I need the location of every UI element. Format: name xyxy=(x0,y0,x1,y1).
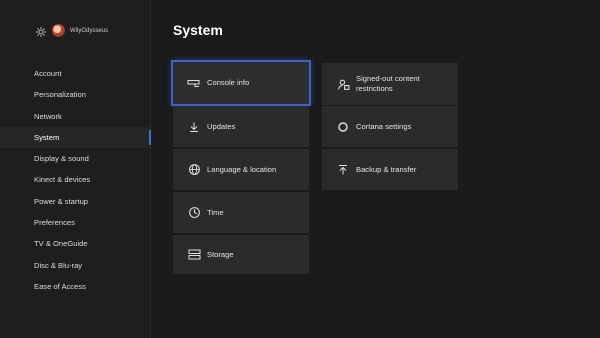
clock-icon xyxy=(183,206,205,219)
upload-icon xyxy=(332,164,354,176)
tile-console-info[interactable]: Console info xyxy=(171,60,311,106)
gamertag[interactable]: WilyOdysseus xyxy=(70,28,108,34)
tile-time[interactable]: Time xyxy=(173,192,309,233)
tile-signed-out-restrictions[interactable]: Signed-out content restrictions xyxy=(322,63,458,105)
sidebar: WilyOdysseus Account Personalization Net… xyxy=(0,0,151,338)
cortana-icon xyxy=(332,121,354,133)
tile-cortana-settings[interactable]: Cortana settings xyxy=(322,106,458,147)
profile[interactable]: WilyOdysseus xyxy=(35,24,108,37)
nav-item-network[interactable]: Network xyxy=(0,106,150,127)
tile-label: Console info xyxy=(207,78,250,87)
nav-item-kinect-devices[interactable]: Kinect & devices xyxy=(0,169,150,190)
nav-item-account[interactable]: Account xyxy=(0,63,150,84)
nav-item-tv-oneguide[interactable]: TV & OneGuide xyxy=(0,233,150,254)
console-icon xyxy=(183,78,205,88)
tile-label: Cortana settings xyxy=(356,121,412,131)
download-icon xyxy=(183,121,205,133)
tile-backup-transfer[interactable]: Backup & transfer xyxy=(322,149,458,190)
tile-label: Time xyxy=(207,207,224,217)
restricted-user-icon xyxy=(332,78,354,91)
nav-item-system[interactable]: System xyxy=(0,126,151,149)
globe-icon xyxy=(183,163,205,176)
settings-nav: Account Personalization Network System D… xyxy=(0,63,151,297)
avatar[interactable] xyxy=(52,24,65,37)
storage-icon xyxy=(183,249,205,260)
tile-label: Backup & transfer xyxy=(356,164,417,174)
tile-label: Signed-out content restrictions xyxy=(356,74,420,93)
tile-label: Language & location xyxy=(207,164,277,174)
gear-icon[interactable] xyxy=(35,25,47,37)
nav-item-display-sound[interactable]: Display & sound xyxy=(0,148,150,169)
nav-item-preferences[interactable]: Preferences xyxy=(0,212,150,233)
tile-updates[interactable]: Updates xyxy=(173,106,309,147)
tile-storage[interactable]: Storage xyxy=(173,235,309,274)
nav-item-power-startup[interactable]: Power & startup xyxy=(0,191,150,212)
tile-label: Updates xyxy=(207,121,236,131)
tile-language-location[interactable]: Language & location xyxy=(173,149,309,190)
page-title: System xyxy=(173,22,223,38)
nav-item-personalization[interactable]: Personalization xyxy=(0,84,150,105)
nav-item-disc-bluray[interactable]: Disc & Blu-ray xyxy=(0,255,150,276)
tile-label: Storage xyxy=(207,249,234,259)
nav-item-ease-of-access[interactable]: Ease of Access xyxy=(0,276,150,297)
